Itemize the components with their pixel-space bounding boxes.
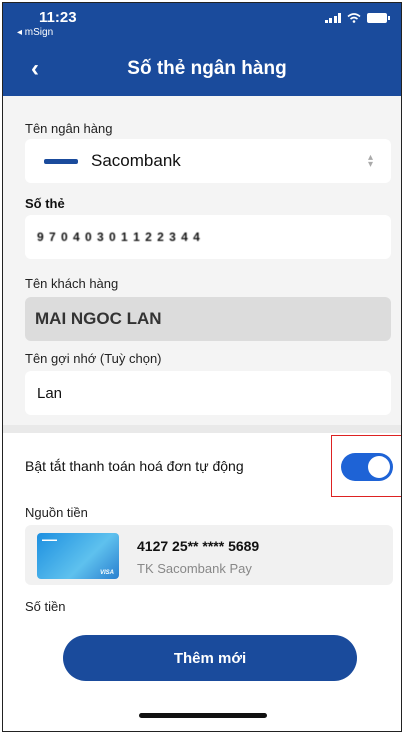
nickname-label: Tên gợi nhớ (Tuỳ chọn): [25, 351, 162, 366]
visa-logo-icon: VISA: [99, 570, 114, 576]
card-number-label: Số thẻ: [25, 196, 65, 211]
auto-pay-label: Bật tắt thanh toán hoá đơn tự động: [25, 458, 244, 474]
page-title: Số thẻ ngân hàng: [127, 58, 287, 79]
customer-name-field: MAI NGOC LAN: [25, 297, 391, 341]
card-number-input[interactable]: 9 7 0 4 0 3 0 1 1 2 2 3 4 4: [25, 215, 391, 259]
status-icons: [324, 13, 390, 23]
app-header: 11:23 ◂ mSign ‹ Số thẻ ngân hàng: [3, 3, 401, 96]
status-back-app[interactable]: ◂ mSign: [17, 27, 53, 38]
nickname-input[interactable]: Lan: [25, 371, 391, 415]
phone-screen: 11:23 ◂ mSign ‹ Số thẻ ngân hàng Tên ngâ…: [2, 2, 402, 732]
signal-icon: [324, 13, 341, 23]
auto-pay-toggle[interactable]: [341, 453, 393, 481]
funding-source-card[interactable]: ▬▬▬ VISA 4127 25** **** 5689 TK Sacomban…: [25, 525, 393, 585]
battery-icon: [367, 13, 390, 23]
amount-label: Số tiền: [25, 599, 66, 614]
funding-card-number: 4127 25** **** 5689: [137, 538, 260, 554]
select-arrows-icon: ▴ ▾: [367, 152, 373, 170]
card-number-value: 9 7 0 4 0 3 0 1 1 2 2 3 4 4: [37, 230, 201, 244]
funding-card-name: TK Sacombank Pay: [137, 561, 252, 576]
customer-name-value: MAI NGOC LAN: [35, 309, 162, 328]
wifi-icon: [347, 13, 361, 23]
nickname-value: Lan: [37, 384, 63, 402]
bank-label: Tên ngân hàng: [25, 121, 113, 136]
bank-select-value: Sacombank: [91, 151, 181, 170]
add-new-button[interactable]: Thêm mới: [63, 635, 357, 681]
funding-source-label: Nguồn tiền: [25, 505, 88, 520]
section-divider: [3, 425, 401, 433]
sacombank-logo-icon: [37, 154, 85, 168]
status-time: 11:23: [39, 9, 77, 26]
toggle-knob: [368, 456, 390, 478]
bank-card-image: ▬▬▬ VISA: [37, 533, 119, 579]
customer-name-label: Tên khách hàng: [25, 276, 119, 291]
card-brand-mark: ▬▬▬: [42, 537, 57, 543]
bank-select[interactable]: Sacombank ▴ ▾: [25, 139, 391, 183]
home-indicator: [139, 713, 267, 718]
